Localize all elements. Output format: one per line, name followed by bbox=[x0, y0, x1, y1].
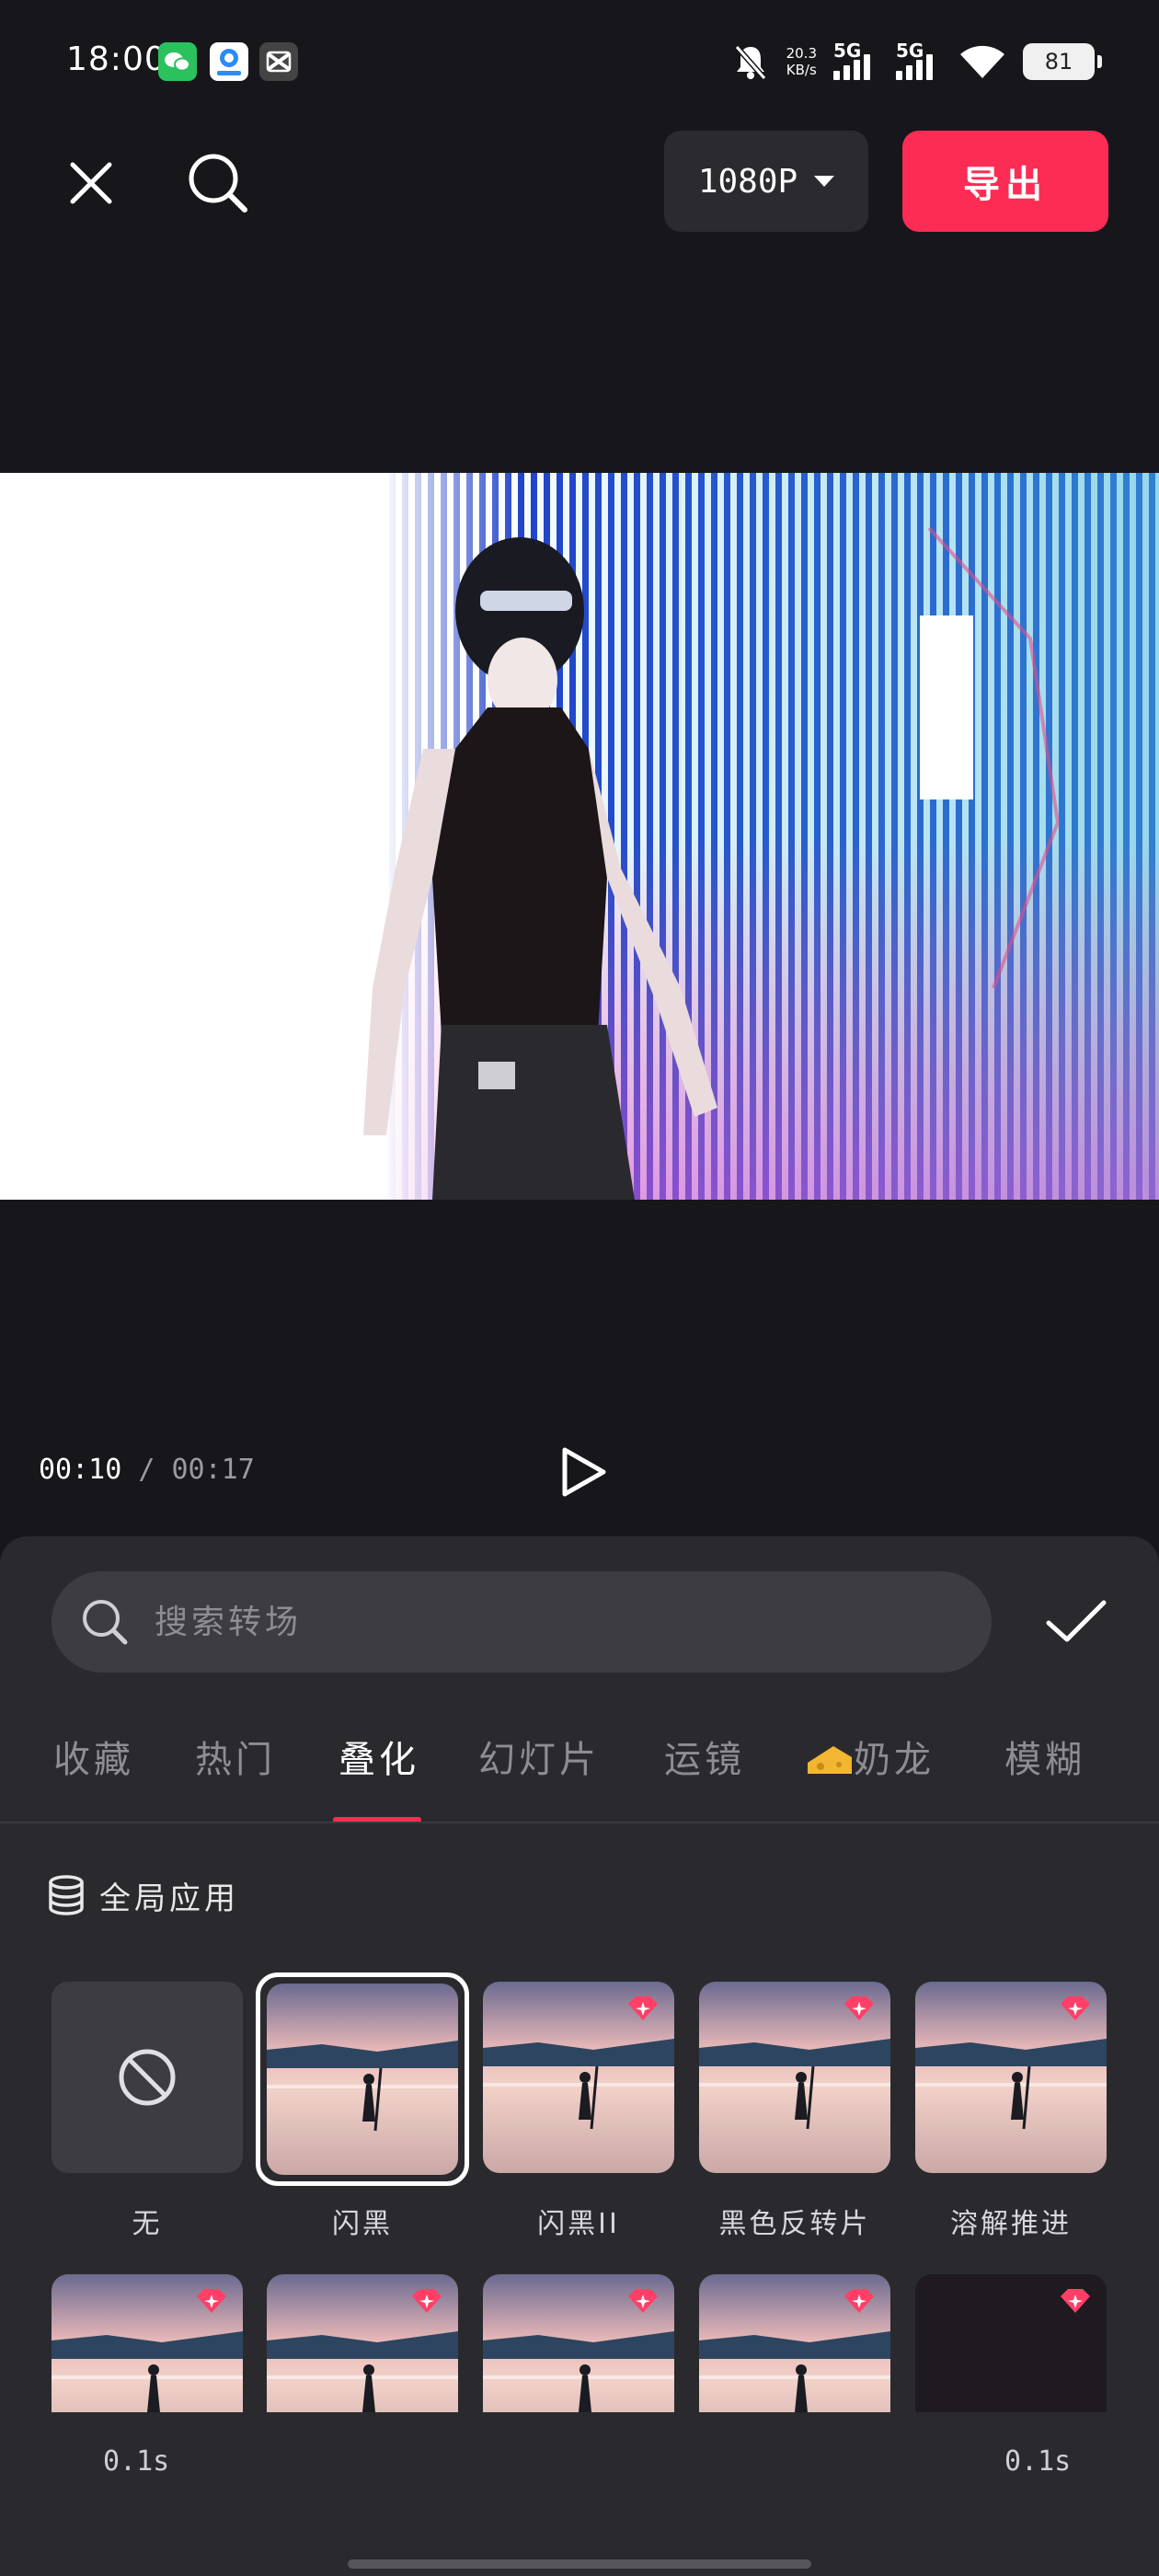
category-tabs: 收藏 热门 叠化 幻灯片 运镜 奶龙 模糊 bbox=[0, 1720, 1159, 1823]
duration-bar: 0.1s 0.1s bbox=[0, 2412, 1159, 2576]
tab-hot[interactable]: 热门 bbox=[195, 1720, 276, 1822]
close-icon bbox=[70, 162, 112, 204]
signal-label: 5G bbox=[833, 40, 862, 62]
timecode: 00:10 / 00:17 bbox=[39, 1454, 255, 1486]
global-apply-button[interactable]: 全局应用 bbox=[46, 1868, 239, 1923]
chevron-down-icon bbox=[814, 176, 835, 187]
resolution-dropdown[interactable]: 1080P bbox=[664, 131, 868, 232]
transition-none[interactable] bbox=[52, 1982, 243, 2173]
tab-nailong[interactable]: 奶龙 bbox=[806, 1720, 935, 1822]
signal-bars-2: 5G bbox=[896, 40, 942, 80]
capcut-icon bbox=[259, 42, 298, 81]
transition-flash-black-2[interactable] bbox=[483, 1982, 674, 2173]
signal-bars-1: 5G bbox=[833, 40, 879, 80]
vip-diamond-icon bbox=[1061, 2289, 1090, 2313]
vip-diamond-icon bbox=[844, 1996, 874, 2020]
tab-slideshow[interactable]: 幻灯片 bbox=[478, 1720, 600, 1822]
active-tab-indicator bbox=[333, 1817, 421, 1822]
tab-favorites[interactable]: 收藏 bbox=[53, 1720, 134, 1822]
play-icon bbox=[562, 1447, 606, 1497]
home-indicator[interactable] bbox=[348, 2559, 811, 2569]
transition-label: 闪黑II bbox=[537, 2208, 620, 2240]
tab-label: 模糊 bbox=[1004, 1739, 1085, 1781]
checkmark-icon bbox=[1046, 1600, 1107, 1642]
tab-label: 奶龙 bbox=[854, 1739, 935, 1781]
tab-label: 幻灯片 bbox=[478, 1739, 600, 1781]
search-input[interactable] bbox=[155, 1603, 890, 1641]
tab-label: 运镜 bbox=[664, 1739, 745, 1781]
cheese-icon bbox=[808, 1746, 852, 1774]
tab-label: 叠化 bbox=[339, 1739, 419, 1781]
video-preview[interactable] bbox=[0, 473, 1159, 1200]
search-icon bbox=[189, 154, 247, 213]
signal-label: 5G bbox=[896, 40, 924, 62]
global-apply-label: 全局应用 bbox=[99, 1880, 239, 1917]
tab-dissolve[interactable]: 叠化 bbox=[333, 1720, 421, 1822]
vip-diamond-icon bbox=[412, 2289, 442, 2313]
search-icon bbox=[83, 1600, 128, 1645]
current-time: 00:10 bbox=[39, 1454, 122, 1486]
net-speed-unit: KB/s bbox=[786, 62, 817, 78]
tab-blur[interactable]: 模糊 bbox=[1004, 1720, 1085, 1822]
transition-label: 闪黑 bbox=[332, 2208, 393, 2240]
battery-indicator: 81 bbox=[1023, 43, 1102, 80]
vip-diamond-icon bbox=[628, 2289, 658, 2313]
database-icon bbox=[49, 1875, 84, 1915]
vip-diamond-icon bbox=[197, 2289, 226, 2313]
editor-toolbar: 1080P 导出 bbox=[0, 129, 1159, 239]
vip-diamond-icon bbox=[628, 1996, 658, 2020]
preview-frame-image bbox=[0, 473, 1159, 1200]
play-button[interactable] bbox=[550, 1439, 616, 1505]
net-speed: 20.3 KB/s bbox=[786, 45, 817, 78]
export-button[interactable]: 导出 bbox=[902, 131, 1108, 232]
transition-label: 无 bbox=[132, 2208, 163, 2240]
qq-browser-icon bbox=[210, 42, 248, 81]
status-time: 18:00 bbox=[66, 40, 166, 78]
vip-diamond-icon bbox=[844, 2289, 874, 2313]
search-bar[interactable] bbox=[52, 1571, 992, 1673]
status-bar: 18:00 20.3 KB/s 5G 5G 81 bbox=[0, 0, 1159, 120]
none-icon bbox=[119, 2049, 176, 2106]
total-time: 00:17 bbox=[171, 1454, 255, 1486]
resolution-value: 1080P bbox=[697, 162, 798, 201]
transition-label: 溶解推进 bbox=[950, 2208, 1072, 2240]
lake-thumbnail bbox=[267, 1984, 458, 2175]
net-speed-value: 20.3 bbox=[786, 45, 817, 62]
transition-black-reversal[interactable] bbox=[699, 1982, 890, 2173]
tab-label: 热门 bbox=[195, 1739, 276, 1781]
duration-max-label: 0.1s bbox=[1004, 2445, 1072, 2478]
wifi-icon bbox=[960, 45, 1004, 78]
close-button[interactable] bbox=[50, 142, 132, 224]
transition-dissolve-push[interactable] bbox=[915, 1982, 1107, 2173]
wechat-icon bbox=[158, 42, 197, 81]
transition-label: 黑色反转片 bbox=[718, 2208, 871, 2240]
duration-min-label: 0.1s bbox=[103, 2445, 170, 2478]
search-button[interactable] bbox=[177, 142, 259, 224]
tab-label: 收藏 bbox=[53, 1739, 134, 1781]
confirm-button[interactable] bbox=[1039, 1584, 1113, 1658]
mute-bell-icon bbox=[734, 45, 766, 80]
transition-flash-black[interactable] bbox=[267, 1984, 458, 2175]
tab-camera-move[interactable]: 运镜 bbox=[664, 1720, 745, 1822]
time-separator: / bbox=[121, 1454, 172, 1486]
playback-controls: 00:10 / 00:17 bbox=[0, 1435, 1159, 1509]
vip-diamond-icon bbox=[1061, 1996, 1090, 2020]
